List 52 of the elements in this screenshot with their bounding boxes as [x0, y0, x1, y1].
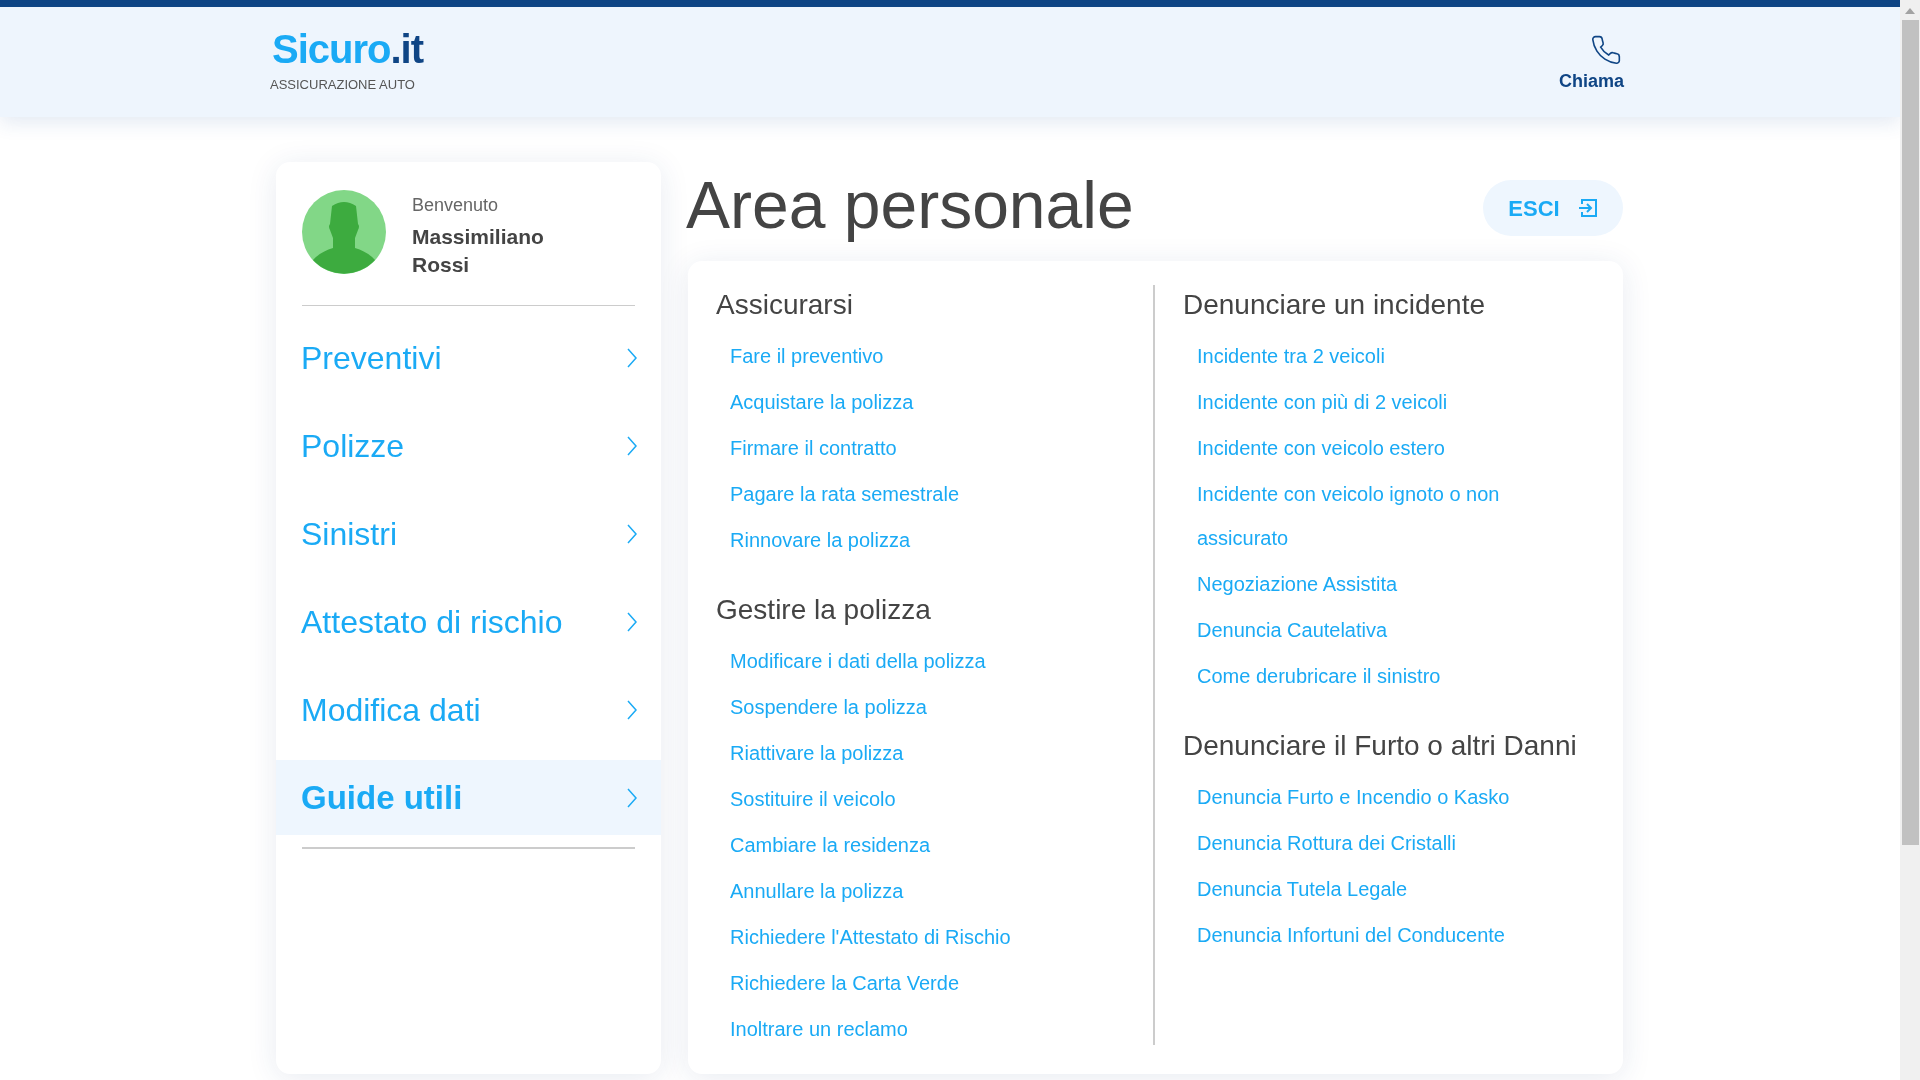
phone-icon [1590, 33, 1622, 66]
chevron-right-icon [627, 611, 637, 632]
sidebar-nav-item[interactable]: Attestato di rischio [276, 584, 661, 659]
guide-link[interactable]: Cambiare la residenza [730, 823, 931, 867]
guide-link[interactable]: Annullare la polizza [730, 869, 904, 913]
guide-link[interactable]: Incidente con veicolo estero [1197, 426, 1445, 470]
guide-link[interactable]: Incidente con veicolo ignoto o non assicurato [1197, 472, 1567, 560]
chevron-right-icon [627, 347, 637, 368]
chevron-right-icon [627, 435, 637, 456]
chevron-right-icon [627, 787, 637, 808]
logo-tagline: ASSICURAZIONE AUTO [270, 76, 415, 95]
user-name: Massimiliano Rossi [412, 224, 545, 278]
welcome-label: Benvenuto [412, 194, 500, 217]
guide-link[interactable]: Firmare il contratto [730, 426, 897, 470]
section-heading: Denunciare il Furto o altri Danni [1183, 729, 1578, 763]
logout-button[interactable]: ESCI [1483, 180, 1623, 236]
guide-link[interactable]: Sospendere la polizza [730, 685, 927, 729]
guide-link[interactable]: Fare il preventivo [730, 334, 884, 378]
guide-link[interactable]: Acquistare la polizza [730, 380, 914, 424]
guide-link[interactable]: Pagare la rata semestrale [730, 472, 959, 516]
section-heading: Assicurarsi [716, 288, 854, 322]
guide-link[interactable]: Denuncia Tutela Legale [1197, 867, 1408, 911]
guide-link[interactable]: Incidente con più di 2 veicoli [1197, 380, 1448, 424]
guide-link[interactable]: Denuncia Infortuni del Conducente [1197, 913, 1505, 957]
sidebar-nav-item[interactable]: Guide utili [276, 760, 661, 835]
site-logo[interactable]: Sicuro.it [272, 29, 424, 70]
call-link[interactable]: Chiama [1558, 33, 1624, 95]
guide-link[interactable]: Modificare i dati della polizza [730, 639, 986, 683]
chevron-right-icon [627, 523, 637, 544]
guide-link[interactable]: Richiedere la Carta Verde [730, 961, 959, 1005]
scrollbar[interactable] [1900, 0, 1920, 1080]
guide-link[interactable]: Denuncia Rottura dei Cristalli [1197, 821, 1456, 865]
guide-link[interactable]: Negoziazione Assistita [1197, 562, 1398, 606]
guide-link[interactable]: Denuncia Cautelativa [1197, 608, 1388, 652]
guide-link[interactable]: Riattivare la polizza [730, 731, 904, 775]
section-heading: Denunciare un incidente [1183, 288, 1486, 322]
sidebar-nav-item[interactable]: Polizze [276, 408, 661, 483]
guide-link[interactable]: Inoltrare un reclamo [730, 1007, 908, 1051]
guide-link[interactable]: Denuncia Furto e Incendio o Kasko [1197, 775, 1510, 819]
sidebar-nav-item[interactable]: Sinistri [276, 496, 661, 571]
scrollbar-thumb[interactable] [1901, 20, 1919, 845]
guide-link[interactable]: Rinnovare la polizza [730, 518, 911, 562]
sidebar-nav-item[interactable]: Preventivi [276, 320, 661, 395]
guide-link[interactable]: Richiedere l'Attestato di Rischio [730, 915, 1011, 959]
scroll-up-icon [1905, 8, 1915, 14]
section-heading: Gestire la polizza [716, 593, 932, 627]
guide-link[interactable]: Sostituire il veicolo [730, 777, 896, 821]
chevron-right-icon [627, 699, 637, 720]
sidebar-nav-item[interactable]: Modifica dati [276, 672, 661, 747]
logout-icon [1577, 198, 1598, 218]
guide-link[interactable]: Incidente tra 2 veicoli [1197, 334, 1385, 378]
guide-link[interactable]: Come derubricare il sinistro [1197, 654, 1441, 698]
